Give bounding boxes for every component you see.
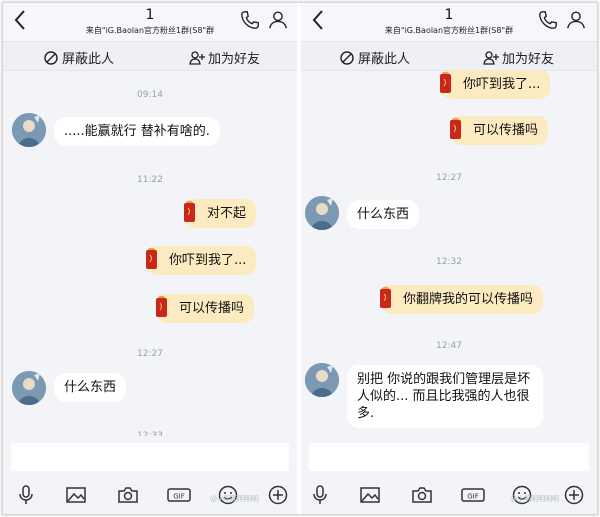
avatar[interactable] (12, 371, 46, 405)
avatar[interactable] (305, 363, 339, 397)
timestamp: 12:32 (436, 257, 462, 267)
block-icon (340, 50, 354, 65)
red-tag-icon (450, 117, 461, 139)
avatar[interactable] (12, 113, 46, 147)
timestamp: 12:27 (436, 173, 462, 183)
gif-icon[interactable]: GIF (167, 484, 191, 506)
timestamp: 12:47 (436, 341, 462, 351)
block-user-button[interactable]: 屏蔽此人 (43, 48, 114, 67)
red-tag-icon (380, 286, 391, 308)
add-friend-button[interactable]: 加为好友 (483, 48, 554, 67)
outgoing-message[interactable]: 可以传播吗 (451, 116, 549, 145)
watermark: @小明明明明明 (510, 495, 559, 503)
tool-bar: GIF @小明明明明明 (3, 478, 297, 514)
timestamp: 12:27 (137, 349, 163, 359)
input-bar (301, 441, 597, 471)
outgoing-message[interactable]: 可以传播吗 (157, 294, 255, 323)
gif-icon[interactable]: GIF (461, 484, 485, 506)
outgoing-message[interactable]: 你吓到我了... (147, 246, 257, 275)
message-input[interactable] (11, 443, 289, 471)
block-user-label: 屏蔽此人 (358, 52, 411, 67)
incoming-message[interactable]: 什么东西 (347, 200, 420, 229)
add-friend-label: 加为好友 (502, 52, 555, 67)
svg-text:GIF: GIF (467, 493, 479, 501)
watermark: @小明明明明明 (210, 495, 259, 503)
add-friend-icon (483, 50, 499, 65)
image-icon[interactable] (359, 484, 381, 506)
image-icon[interactable] (65, 484, 87, 506)
plus-icon[interactable] (563, 484, 585, 506)
mic-icon[interactable] (15, 484, 37, 506)
chat-panel-right: 1 来自"iG.Baolan官方粉丝1群(S8"群 屏蔽此人 加为好友 你吓到我… (301, 3, 597, 514)
phone-icon[interactable] (239, 9, 261, 31)
timestamp: 11:22 (137, 175, 163, 185)
block-user-label: 屏蔽此人 (62, 52, 115, 67)
svg-text:GIF: GIF (173, 493, 185, 501)
block-icon (44, 50, 58, 65)
outgoing-message[interactable]: 你吓到我了... (441, 70, 551, 99)
add-friend-label: 加为好友 (208, 52, 261, 67)
phone-icon[interactable] (537, 9, 559, 31)
red-tag-icon (146, 247, 157, 269)
avatar[interactable] (305, 196, 339, 230)
red-tag-icon (184, 200, 195, 222)
incoming-message[interactable]: 什么东西 (54, 373, 127, 402)
camera-icon[interactable] (411, 484, 433, 506)
timestamp: 09:14 (137, 90, 163, 100)
person-icon[interactable] (565, 9, 587, 31)
mic-icon[interactable] (309, 484, 331, 506)
input-bar (3, 441, 297, 471)
outgoing-message[interactable]: 你翻牌我的可以传播吗 (381, 285, 544, 314)
screenshot-frame: 1 来自"iG.Baolan官方粉丝1群(S8"群 屏蔽此人 加为好友 09:1… (2, 2, 598, 515)
incoming-message[interactable]: .....能赢就行 替补有啥的. (54, 117, 220, 146)
chat-panel-left: 1 来自"iG.Baolan官方粉丝1群(S8"群 屏蔽此人 加为好友 09:1… (3, 3, 297, 514)
action-bar: 屏蔽此人 加为好友 (3, 41, 297, 71)
plus-icon[interactable] (267, 484, 289, 506)
block-user-button[interactable]: 屏蔽此人 (339, 48, 410, 67)
person-icon[interactable] (267, 9, 289, 31)
top-bar: 1 来自"iG.Baolan官方粉丝1群(S8"群 (301, 3, 597, 41)
top-bar: 1 来自"iG.Baolan官方粉丝1群(S8"群 (3, 3, 297, 41)
action-bar: 屏蔽此人 加为好友 (301, 41, 597, 71)
tool-bar: GIF @小明明明明明 (301, 478, 597, 514)
timestamp: 12:33 (137, 431, 163, 436)
message-input[interactable] (309, 443, 589, 471)
red-tag-icon (440, 71, 451, 93)
camera-icon[interactable] (117, 484, 139, 506)
incoming-message[interactable]: 别把 你说的跟我们管理层是坏人似的... 而且比我强的人也很多. (347, 365, 543, 428)
add-friend-icon (189, 50, 205, 65)
red-tag-icon (156, 295, 167, 317)
add-friend-button[interactable]: 加为好友 (189, 48, 260, 67)
